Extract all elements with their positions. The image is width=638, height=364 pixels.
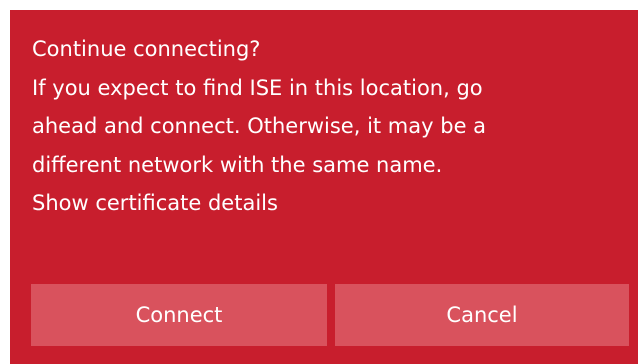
network-prompt-panel: Continue connecting? If you expect to fi… [10,10,638,364]
prompt-message: Continue connecting? If you expect to fi… [32,30,612,223]
prompt-title: Continue connecting? [32,37,261,61]
prompt-text-line-3: different network with the same name. [32,152,443,177]
connect-button[interactable]: Connect [31,284,327,346]
cancel-button[interactable]: Cancel [335,284,629,346]
prompt-text-line-2: ahead and connect. Otherwise, it may be … [32,114,487,138]
show-certificate-details-link[interactable]: Show certificate details [32,184,612,223]
prompt-text-line-1: If you expect to find ISE in this locati… [32,75,483,100]
